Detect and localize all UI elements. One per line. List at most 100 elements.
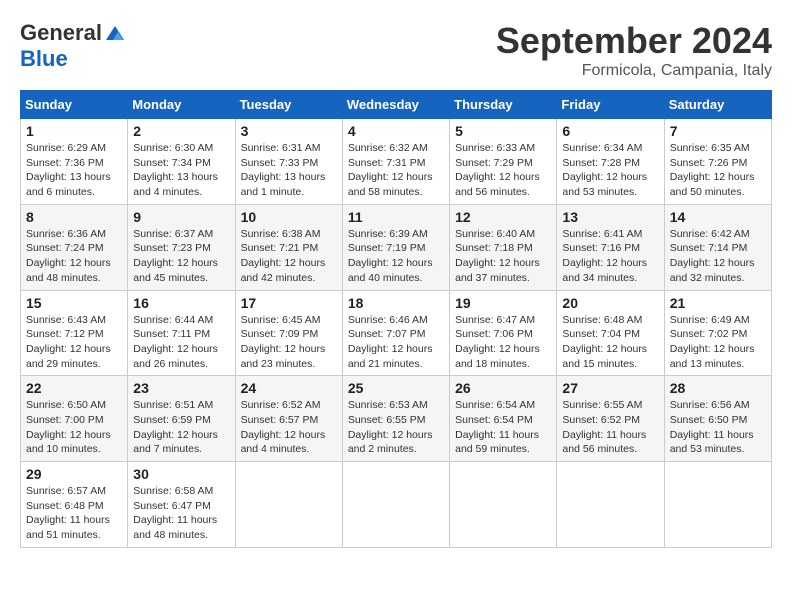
day-cell-30: 30 Sunrise: 6:58 AMSunset: 6:47 PMDaylig… bbox=[128, 462, 235, 548]
day-info: Sunrise: 6:40 AMSunset: 7:18 PMDaylight:… bbox=[455, 227, 551, 286]
day-number: 16 bbox=[133, 295, 229, 311]
week-row-5: 29 Sunrise: 6:57 AMSunset: 6:48 PMDaylig… bbox=[21, 462, 772, 548]
day-cell-6: 6 Sunrise: 6:34 AMSunset: 7:28 PMDayligh… bbox=[557, 119, 664, 205]
day-info: Sunrise: 6:49 AMSunset: 7:02 PMDaylight:… bbox=[670, 313, 766, 372]
empty-cell-1 bbox=[235, 462, 342, 548]
week-row-2: 8 Sunrise: 6:36 AMSunset: 7:24 PMDayligh… bbox=[21, 204, 772, 290]
day-info: Sunrise: 6:56 AMSunset: 6:50 PMDaylight:… bbox=[670, 398, 766, 457]
logo-icon bbox=[104, 22, 126, 44]
month-title: September 2024 bbox=[496, 20, 772, 62]
page-header: General Blue September 2024 Formicola, C… bbox=[20, 20, 772, 80]
day-cell-22: 22 Sunrise: 6:50 AMSunset: 7:00 PMDaylig… bbox=[21, 376, 128, 462]
day-number: 3 bbox=[241, 123, 337, 139]
day-number: 10 bbox=[241, 209, 337, 225]
day-cell-15: 15 Sunrise: 6:43 AMSunset: 7:12 PMDaylig… bbox=[21, 290, 128, 376]
day-number: 14 bbox=[670, 209, 766, 225]
day-info: Sunrise: 6:41 AMSunset: 7:16 PMDaylight:… bbox=[562, 227, 658, 286]
day-cell-24: 24 Sunrise: 6:52 AMSunset: 6:57 PMDaylig… bbox=[235, 376, 342, 462]
day-number: 29 bbox=[26, 466, 122, 482]
day-number: 22 bbox=[26, 380, 122, 396]
day-info: Sunrise: 6:43 AMSunset: 7:12 PMDaylight:… bbox=[26, 313, 122, 372]
day-cell-12: 12 Sunrise: 6:40 AMSunset: 7:18 PMDaylig… bbox=[450, 204, 557, 290]
day-cell-26: 26 Sunrise: 6:54 AMSunset: 6:54 PMDaylig… bbox=[450, 376, 557, 462]
day-number: 8 bbox=[26, 209, 122, 225]
day-info: Sunrise: 6:36 AMSunset: 7:24 PMDaylight:… bbox=[26, 227, 122, 286]
day-number: 6 bbox=[562, 123, 658, 139]
empty-cell-4 bbox=[557, 462, 664, 548]
calendar-table: Sunday Monday Tuesday Wednesday Thursday… bbox=[20, 90, 772, 548]
logo-general: General bbox=[20, 20, 102, 46]
day-cell-9: 9 Sunrise: 6:37 AMSunset: 7:23 PMDayligh… bbox=[128, 204, 235, 290]
day-number: 19 bbox=[455, 295, 551, 311]
day-cell-29: 29 Sunrise: 6:57 AMSunset: 6:48 PMDaylig… bbox=[21, 462, 128, 548]
day-info: Sunrise: 6:39 AMSunset: 7:19 PMDaylight:… bbox=[348, 227, 444, 286]
col-tuesday: Tuesday bbox=[235, 91, 342, 119]
day-cell-7: 7 Sunrise: 6:35 AMSunset: 7:26 PMDayligh… bbox=[664, 119, 771, 205]
day-info: Sunrise: 6:33 AMSunset: 7:29 PMDaylight:… bbox=[455, 141, 551, 200]
col-saturday: Saturday bbox=[664, 91, 771, 119]
day-info: Sunrise: 6:48 AMSunset: 7:04 PMDaylight:… bbox=[562, 313, 658, 372]
day-number: 17 bbox=[241, 295, 337, 311]
day-cell-21: 21 Sunrise: 6:49 AMSunset: 7:02 PMDaylig… bbox=[664, 290, 771, 376]
day-number: 13 bbox=[562, 209, 658, 225]
day-cell-13: 13 Sunrise: 6:41 AMSunset: 7:16 PMDaylig… bbox=[557, 204, 664, 290]
day-number: 15 bbox=[26, 295, 122, 311]
logo-blue: Blue bbox=[20, 46, 68, 72]
day-info: Sunrise: 6:50 AMSunset: 7:00 PMDaylight:… bbox=[26, 398, 122, 457]
day-info: Sunrise: 6:52 AMSunset: 6:57 PMDaylight:… bbox=[241, 398, 337, 457]
day-cell-3: 3 Sunrise: 6:31 AMSunset: 7:33 PMDayligh… bbox=[235, 119, 342, 205]
day-number: 24 bbox=[241, 380, 337, 396]
day-cell-1: 1 Sunrise: 6:29 AMSunset: 7:36 PMDayligh… bbox=[21, 119, 128, 205]
day-cell-14: 14 Sunrise: 6:42 AMSunset: 7:14 PMDaylig… bbox=[664, 204, 771, 290]
day-info: Sunrise: 6:31 AMSunset: 7:33 PMDaylight:… bbox=[241, 141, 337, 200]
week-row-3: 15 Sunrise: 6:43 AMSunset: 7:12 PMDaylig… bbox=[21, 290, 772, 376]
day-number: 28 bbox=[670, 380, 766, 396]
day-number: 5 bbox=[455, 123, 551, 139]
day-cell-25: 25 Sunrise: 6:53 AMSunset: 6:55 PMDaylig… bbox=[342, 376, 449, 462]
day-number: 7 bbox=[670, 123, 766, 139]
day-info: Sunrise: 6:57 AMSunset: 6:48 PMDaylight:… bbox=[26, 484, 122, 543]
empty-cell-2 bbox=[342, 462, 449, 548]
day-number: 9 bbox=[133, 209, 229, 225]
col-monday: Monday bbox=[128, 91, 235, 119]
day-info: Sunrise: 6:29 AMSunset: 7:36 PMDaylight:… bbox=[26, 141, 122, 200]
day-info: Sunrise: 6:34 AMSunset: 7:28 PMDaylight:… bbox=[562, 141, 658, 200]
week-row-1: 1 Sunrise: 6:29 AMSunset: 7:36 PMDayligh… bbox=[21, 119, 772, 205]
day-number: 26 bbox=[455, 380, 551, 396]
day-cell-5: 5 Sunrise: 6:33 AMSunset: 7:29 PMDayligh… bbox=[450, 119, 557, 205]
day-info: Sunrise: 6:35 AMSunset: 7:26 PMDaylight:… bbox=[670, 141, 766, 200]
col-wednesday: Wednesday bbox=[342, 91, 449, 119]
day-number: 2 bbox=[133, 123, 229, 139]
day-cell-28: 28 Sunrise: 6:56 AMSunset: 6:50 PMDaylig… bbox=[664, 376, 771, 462]
calendar-header-row: Sunday Monday Tuesday Wednesday Thursday… bbox=[21, 91, 772, 119]
col-thursday: Thursday bbox=[450, 91, 557, 119]
day-cell-18: 18 Sunrise: 6:46 AMSunset: 7:07 PMDaylig… bbox=[342, 290, 449, 376]
day-info: Sunrise: 6:54 AMSunset: 6:54 PMDaylight:… bbox=[455, 398, 551, 457]
day-info: Sunrise: 6:45 AMSunset: 7:09 PMDaylight:… bbox=[241, 313, 337, 372]
day-number: 18 bbox=[348, 295, 444, 311]
week-row-4: 22 Sunrise: 6:50 AMSunset: 7:00 PMDaylig… bbox=[21, 376, 772, 462]
day-number: 27 bbox=[562, 380, 658, 396]
day-cell-11: 11 Sunrise: 6:39 AMSunset: 7:19 PMDaylig… bbox=[342, 204, 449, 290]
location: Formicola, Campania, Italy bbox=[496, 62, 772, 80]
day-info: Sunrise: 6:44 AMSunset: 7:11 PMDaylight:… bbox=[133, 313, 229, 372]
day-number: 12 bbox=[455, 209, 551, 225]
day-info: Sunrise: 6:37 AMSunset: 7:23 PMDaylight:… bbox=[133, 227, 229, 286]
empty-cell-5 bbox=[664, 462, 771, 548]
day-info: Sunrise: 6:51 AMSunset: 6:59 PMDaylight:… bbox=[133, 398, 229, 457]
day-info: Sunrise: 6:32 AMSunset: 7:31 PMDaylight:… bbox=[348, 141, 444, 200]
day-info: Sunrise: 6:30 AMSunset: 7:34 PMDaylight:… bbox=[133, 141, 229, 200]
day-number: 30 bbox=[133, 466, 229, 482]
day-cell-2: 2 Sunrise: 6:30 AMSunset: 7:34 PMDayligh… bbox=[128, 119, 235, 205]
day-cell-16: 16 Sunrise: 6:44 AMSunset: 7:11 PMDaylig… bbox=[128, 290, 235, 376]
day-number: 23 bbox=[133, 380, 229, 396]
day-cell-17: 17 Sunrise: 6:45 AMSunset: 7:09 PMDaylig… bbox=[235, 290, 342, 376]
day-cell-10: 10 Sunrise: 6:38 AMSunset: 7:21 PMDaylig… bbox=[235, 204, 342, 290]
logo: General Blue bbox=[20, 20, 126, 72]
title-section: September 2024 Formicola, Campania, Ital… bbox=[496, 20, 772, 80]
day-number: 4 bbox=[348, 123, 444, 139]
day-number: 1 bbox=[26, 123, 122, 139]
col-sunday: Sunday bbox=[21, 91, 128, 119]
empty-cell-3 bbox=[450, 462, 557, 548]
day-info: Sunrise: 6:42 AMSunset: 7:14 PMDaylight:… bbox=[670, 227, 766, 286]
